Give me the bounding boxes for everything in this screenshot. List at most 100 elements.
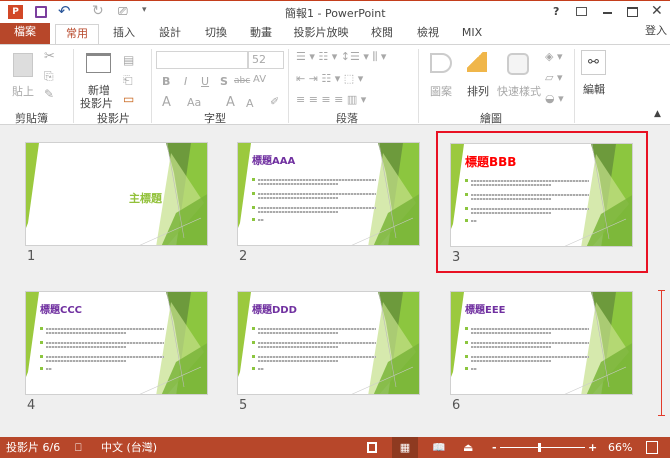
redo-icon[interactable]: ↻ [92,3,104,19]
bullet-text-line [258,360,338,362]
window-title: 簡報1 - PowerPoint [285,7,386,20]
shapes-icon[interactable] [430,53,452,73]
tab-animations[interactable]: 動畫 [241,24,281,44]
copy-icon[interactable]: ⎘ [44,69,54,84]
tab-design[interactable]: 設計 [150,24,190,44]
qat-customize-icon[interactable]: ▾ [142,5,147,15]
char-spacing-button[interactable]: AV [253,74,266,85]
align-icon[interactable]: ≡ ≡ ≡ ≡ ▥ ▾ [296,93,366,106]
sign-in-link[interactable]: 登入 [642,22,670,42]
slide-thumbnail[interactable]: 標題CCC [25,291,208,395]
tab-file[interactable]: 檔案 [0,23,50,44]
tab-view[interactable]: 檢視 [408,24,448,44]
scroll-cap [658,290,665,291]
underline-button[interactable]: U [201,75,209,88]
bullet-text-line [258,183,338,185]
notes-icon[interactable]: ⎕ [75,437,82,458]
find-binoculars-icon[interactable]: ⚯ [581,50,606,75]
slide-thumbnail[interactable]: 標題BBB [450,143,633,247]
bullet-text-line [471,342,589,344]
new-slide-icon[interactable] [86,53,111,73]
change-case-button[interactable]: Aa [187,96,201,109]
slide-sorter-icon[interactable]: ▦ [392,437,418,458]
strikethrough-button[interactable]: abc [234,76,250,86]
shape-fill-icon[interactable]: ◈ ▾ [545,50,562,63]
italic-button[interactable]: I [184,75,187,88]
grow-font-button[interactable]: A [226,95,235,110]
shadow-button[interactable]: S [220,75,228,88]
shapes-button[interactable]: 圖案 [430,83,452,99]
maximize-icon[interactable] [627,7,638,17]
reset-icon[interactable]: ⎗ [123,73,133,88]
bullet-text-line [258,179,376,181]
scrollbar-thumb[interactable] [661,290,662,416]
paste-icon[interactable] [13,53,33,77]
tab-insert[interactable]: 插入 [104,24,144,44]
close-icon[interactable]: ✕ [651,3,663,19]
arrange-icon[interactable] [467,52,487,72]
undo-icon[interactable]: ↶ [58,2,71,20]
fit-to-window-icon[interactable] [646,441,658,454]
slide-thumbnail[interactable]: 標題DDD [237,291,420,395]
clear-format-icon[interactable]: ✐ [270,95,279,108]
slide-number: 5 [239,398,248,413]
tab-transitions[interactable]: 切換 [196,24,236,44]
section-icon[interactable]: ▭ [123,92,134,106]
minimize-icon[interactable] [603,12,612,14]
shape-effects-icon[interactable]: ◒ ▾ [545,92,564,105]
font-color-button[interactable]: A [162,95,171,110]
language-status[interactable]: 中文 (台灣) [101,437,157,458]
zoom-out-button[interactable]: - [492,437,497,458]
shape-outline-icon[interactable]: ▱ ▾ [545,71,562,84]
slide-thumbnail[interactable]: 主標題 [25,142,208,246]
tab-mix[interactable]: MIX [452,24,492,44]
bullet-text-line [471,180,589,182]
quick-styles-icon[interactable] [507,53,529,75]
ribbon-display-icon[interactable] [576,7,587,16]
font-size-input[interactable]: 52 [248,51,284,69]
present-icon[interactable]: ⎚ [118,4,128,19]
bullet-text-line [471,332,551,334]
tab-slideshow[interactable]: 投影片放映 [289,24,353,44]
zoom-slider-thumb[interactable] [538,443,542,452]
bullet-marker-icon [252,327,255,330]
new-slide-dropdown[interactable]: 投影片 [80,95,113,111]
slide-number: 6 [452,398,461,413]
bullets-icon[interactable]: ☰ ▾ ☷ ▾ ↕☰ ▾ ⫼ ▾ [296,50,386,64]
bullet-text-line [46,368,52,370]
quick-styles-button[interactable]: 快速樣式 [497,83,541,99]
slideshow-icon[interactable]: ⏏ [463,437,473,458]
bullet-text-line [258,368,264,370]
indent-icon[interactable]: ⇤ ⇥ ☷ ▾ ⬚ ▾ [296,72,363,85]
format-painter-icon[interactable]: ✎ [44,87,54,101]
group-drawing-label: 繪圖 [480,112,502,125]
layout-icon[interactable]: ▤ [123,53,134,67]
save-icon[interactable] [35,6,47,18]
slide-thumbnail[interactable]: 標題AAA [237,142,420,246]
collapse-ribbon-icon[interactable]: ▲ [654,109,661,119]
bold-button[interactable]: B [162,75,170,88]
help-button[interactable]: ? [553,5,559,18]
tab-review[interactable]: 校閱 [362,24,402,44]
slide-background-decoration [26,143,207,245]
zoom-slider[interactable] [500,443,585,452]
bullet-text-line [258,342,376,344]
slide-number: 1 [27,249,36,264]
paste-button[interactable]: 貼上 [12,83,34,99]
zoom-level[interactable]: 66% [608,437,632,458]
normal-view-icon[interactable] [367,442,377,453]
arrange-button[interactable]: 排列 [467,83,489,99]
slide-thumbnail[interactable]: 標題EEE [450,291,633,395]
zoom-in-button[interactable]: + [588,437,597,458]
cut-icon[interactable]: ✂ [44,49,55,64]
reading-view-icon[interactable]: 📖 [432,437,446,458]
font-name-input[interactable] [156,51,248,69]
bullet-text-line [258,332,338,334]
vertical-scrollbar[interactable] [658,290,666,416]
bullet-text-line [471,328,589,330]
bullet-text-line [471,356,589,358]
bullet-marker-icon [252,341,255,344]
shrink-font-button[interactable]: A [246,97,254,110]
editing-button[interactable]: 編輯 [583,81,605,97]
group-paragraph-label: 段落 [336,112,358,125]
